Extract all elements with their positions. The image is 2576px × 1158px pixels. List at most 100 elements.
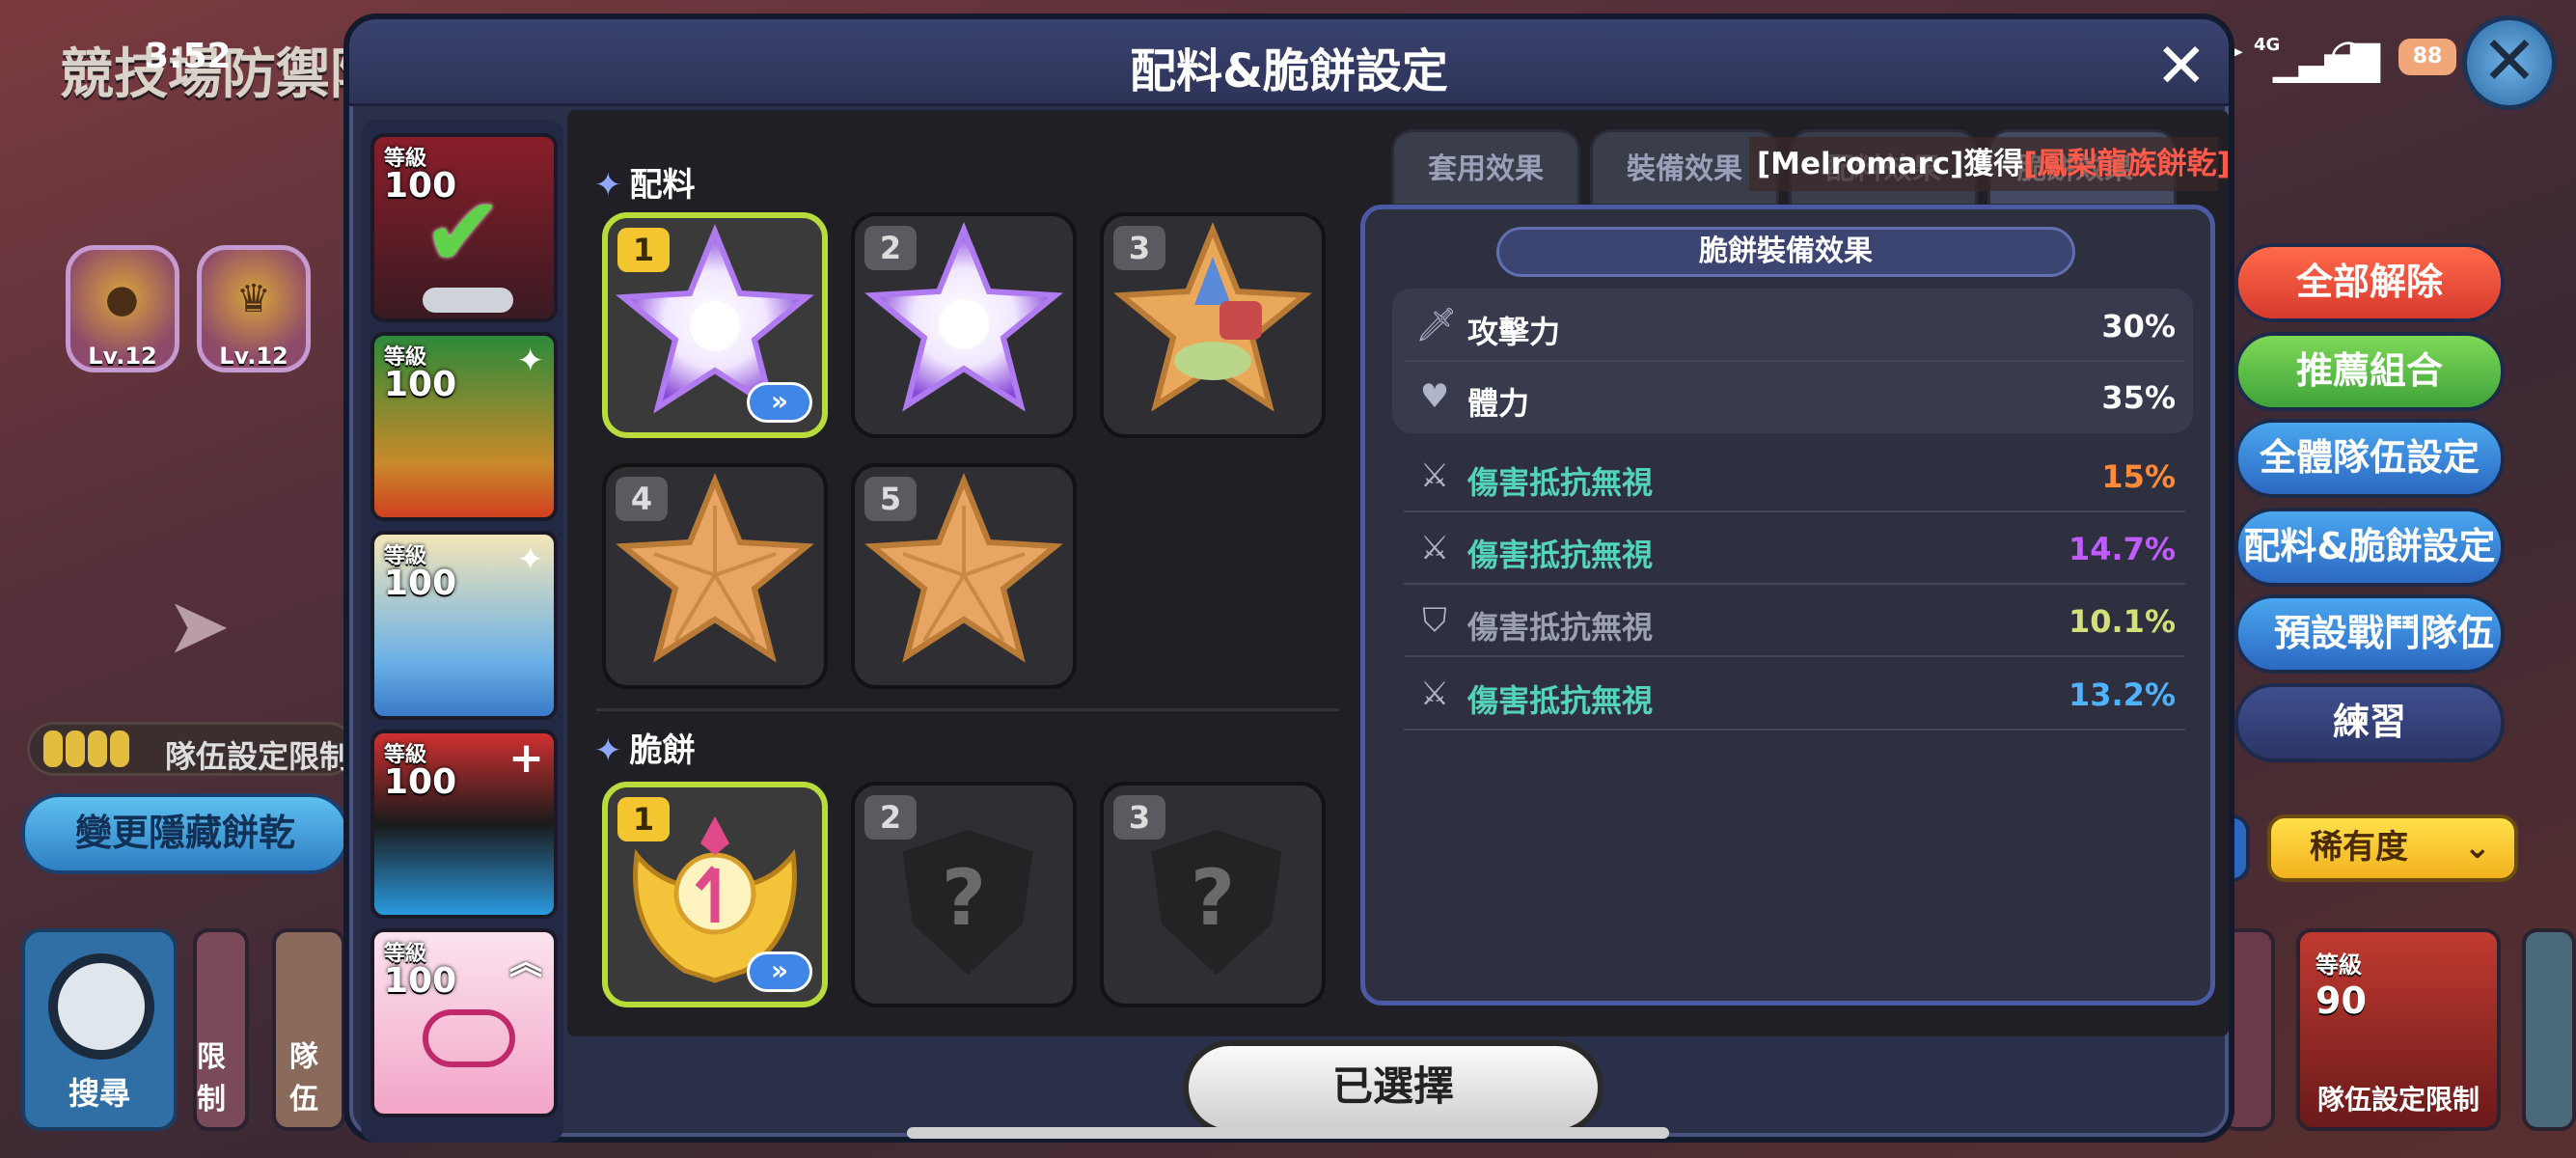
full-team-settings-button[interactable]: 全體隊伍設定 — [2234, 419, 2505, 498]
rarity-filter-dropdown[interactable]: 稀有度 ⌄ — [2267, 814, 2518, 882]
practice-button[interactable]: 練習 — [2234, 683, 2505, 762]
biscuit-effects-panel: 脆餅裝備效果 🗡 攻擊力 30% ♥ 體力 35% ⚔ 傷害抵抗無視 15% ⚔… — [1360, 205, 2215, 1006]
change-hidden-cookie-button[interactable]: 變更隱藏餅乾 — [21, 793, 349, 874]
home-indicator[interactable] — [907, 1127, 1669, 1139]
star-rating — [423, 288, 513, 313]
effect-row: 🗡 攻擊力 30% — [1404, 292, 2185, 362]
recommend-combo-button[interactable]: 推薦組合 — [2234, 332, 2505, 411]
effect-label: 體力 — [1467, 385, 1530, 422]
card-level: 等級 100 — [384, 544, 457, 603]
roster-cookie-card[interactable]: 等級 100 ✦ — [370, 531, 558, 720]
acquisition-notice: [Melromarc]獲得[鳳梨龍族餅乾] — [1749, 137, 2231, 191]
slot-number: 4 — [616, 477, 668, 521]
game-screen: { "status_bar": {"time": "3:52", "networ… — [0, 0, 2576, 1158]
close-screen-button[interactable]: ✕ — [2462, 15, 2557, 110]
effect-label: 傷害抵抗無視 — [1467, 464, 1654, 501]
level-badge[interactable]: ● Lv.12 — [66, 245, 179, 372]
search-button[interactable]: 搜尋 — [21, 928, 178, 1131]
background-cookie-card[interactable]: 限制 — [193, 928, 249, 1131]
glasses-icon — [423, 1009, 515, 1067]
level-badge-label: Lv.12 — [219, 343, 288, 370]
modal-header: 配料&脆餅設定 ✕ — [349, 19, 2229, 106]
slot-number: 3 — [1113, 226, 1165, 270]
crown-icon: ♛ — [236, 277, 271, 321]
biscuit-slot-2[interactable]: ? 2 — [851, 782, 1077, 1007]
background-cookie-card[interactable]: 等級 90 隊伍設定限制 — [2296, 928, 2501, 1131]
effect-label: 攻擊力 — [1467, 314, 1561, 350]
roster-cookie-card[interactable]: 等級 100 ✔ — [370, 133, 558, 322]
topping-slot-4[interactable]: 4 — [602, 463, 828, 689]
effect-row: ⛉ 傷害抵抗無視 10.1% — [1404, 588, 2185, 657]
roster-cookie-card[interactable]: 等級 100 ✦ — [370, 332, 558, 521]
card-level: 等級 100 — [384, 345, 457, 404]
background-cookie-card[interactable]: 隊伍 — [272, 928, 345, 1131]
selected-confirm-button[interactable]: 已選擇 — [1183, 1040, 1603, 1135]
sparkle-icon: ✦ — [516, 540, 545, 579]
topping-slot-5[interactable]: 5 — [851, 463, 1077, 689]
card-level: 等級 100 — [384, 743, 457, 802]
tab-applied-effects[interactable]: 套用效果 — [1391, 129, 1580, 207]
section-divider — [596, 708, 1339, 711]
topping-slot-1[interactable]: 1 » — [602, 212, 828, 438]
sparkle-icon: ✦ — [516, 342, 545, 380]
biscuit-slot-1[interactable]: 1 » — [602, 782, 828, 1007]
roster-cookie-card[interactable]: 等級 100 ︽ — [370, 928, 558, 1117]
topping-slot-3[interactable]: 3 — [1100, 212, 1326, 438]
rarity-label: 稀有度 — [2310, 828, 2408, 867]
biscuit-slot-3[interactable]: ? 3 — [1100, 782, 1326, 1007]
preset-battle-team-button[interactable]: 預設戰鬥隊伍 — [2234, 594, 2505, 674]
effect-value: 30% — [2101, 308, 2176, 345]
card-level-key: 等級 — [2316, 951, 2362, 979]
search-label: 搜尋 — [68, 1075, 130, 1112]
notice-item: [鳳梨龍族餅乾] — [2023, 147, 2231, 181]
upgrade-arrow-icon[interactable]: » — [747, 382, 812, 423]
card-level: 等級 100 — [384, 942, 457, 1001]
magnifier-icon — [48, 953, 154, 1060]
card-caption: 隊伍 — [289, 1040, 318, 1117]
check-icon: ✔ — [423, 176, 504, 289]
level-badge-label: Lv.12 — [88, 343, 157, 370]
toppings-section-label: ✦ 配料 — [594, 166, 696, 205]
slot-number: 2 — [864, 226, 917, 270]
effect-row: ⚔ 傷害抵抗無視 13.2% — [1404, 661, 2185, 731]
rank-up-icon: ︽ — [509, 944, 542, 982]
card-caption: 限制 — [197, 1040, 226, 1117]
slot-number: 1 — [617, 228, 670, 272]
battery-icon: 88 — [2398, 39, 2456, 75]
team-limit-bar: 隊伍設定限制 — [27, 722, 355, 776]
release-all-button[interactable]: 全部解除 — [2234, 243, 2505, 322]
effect-value: 35% — [2101, 379, 2176, 416]
shield-icon: ⛉ — [1422, 601, 1447, 640]
level-badge[interactable]: ♛ Lv.12 — [197, 245, 311, 372]
effect-label: 傷害抵抗無視 — [1467, 537, 1654, 573]
send-icon[interactable]: ➤ — [166, 581, 231, 671]
plus-icon: + — [508, 733, 544, 783]
effect-row: ⚔ 傷害抵抗無視 14.7% — [1404, 515, 2185, 585]
sword-icon: 🗡 — [1415, 306, 1458, 345]
card-caption: 隊伍設定限制 — [2316, 1084, 2480, 1116]
topping-slot-2[interactable]: 2 — [851, 212, 1077, 438]
team-limit-label: 隊伍設定限制 — [165, 738, 351, 775]
effect-label: 傷害抵抗無視 — [1467, 682, 1654, 719]
effect-label: 傷害抵抗無視 — [1467, 609, 1654, 646]
background-cookie-card[interactable] — [2522, 928, 2576, 1131]
topping-biscuit-settings-button[interactable]: 配料&脆餅設定 — [2234, 508, 2505, 587]
wifi-icon: ◠ — [2329, 29, 2369, 81]
effect-row: ⚔ 傷害抵抗無視 15% — [1404, 443, 2185, 512]
close-icon[interactable]: ✕ — [2155, 31, 2207, 102]
cookie-roster: 等級 100 ✔ 等級 100 ✦ 等級 100 ✦ 等級 100 + 等級 100 ︽ — [361, 120, 563, 1143]
pouch-icon: ● — [105, 277, 139, 321]
upgrade-arrow-icon[interactable]: » — [747, 951, 812, 992]
claw-icon: ⚔ — [1419, 456, 1450, 495]
chevron-down-icon: ⌄ — [2463, 828, 2492, 867]
claw-icon: ⚔ — [1419, 675, 1450, 713]
effect-value: 13.2% — [2068, 676, 2176, 713]
effects-header: 脆餅裝備效果 — [1496, 227, 2075, 277]
card-level: 90 — [2316, 979, 2367, 1022]
effect-value: 10.1% — [2068, 603, 2176, 640]
slot-number: 5 — [864, 477, 917, 521]
roster-cookie-card[interactable]: 等級 100 + — [370, 730, 558, 919]
modal-title: 配料&脆餅設定 — [1130, 44, 1448, 98]
effect-value: 14.7% — [2068, 531, 2176, 567]
biscuits-section-label: ✦ 脆餅 — [594, 731, 696, 770]
